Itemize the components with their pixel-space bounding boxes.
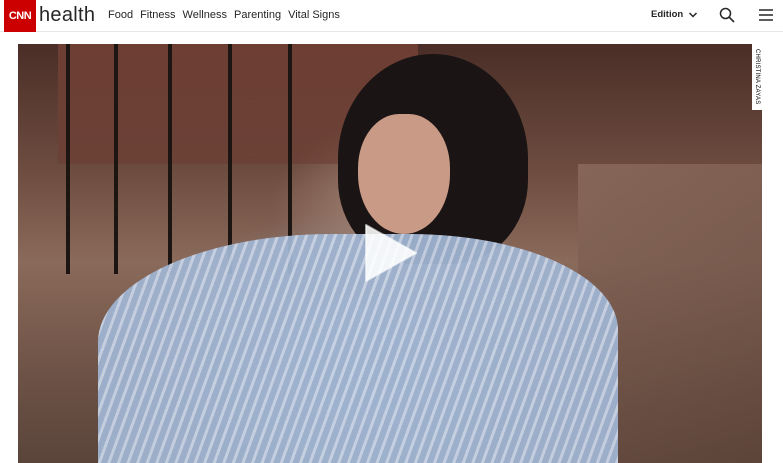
cnn-logo[interactable]: CNN [4,0,36,32]
nav-item-fitness[interactable]: Fitness [140,9,175,21]
chevron-down-icon [689,11,698,18]
nav-item-vital-signs[interactable]: Vital Signs [288,9,340,21]
site-header: CNN health Food Fitness Wellness Parenti… [0,0,783,32]
edition-selector[interactable]: Edition [651,9,698,20]
photo-credit: CHRISTINA ZAYAS [752,44,762,110]
edition-label: Edition [651,9,684,20]
railing-bar [66,44,70,274]
health-section-logo[interactable]: health [39,4,95,27]
nav-item-food[interactable]: Food [108,9,133,21]
section-nav: Food Fitness Wellness Parenting Vital Si… [108,9,340,21]
subject-face [358,114,450,234]
play-icon[interactable] [358,221,422,285]
railing-bar [228,44,232,274]
search-icon[interactable] [719,7,735,23]
railing-bar [114,44,118,274]
railing-bar [168,44,172,274]
hamburger-menu-icon[interactable] [758,8,774,22]
nav-item-parenting[interactable]: Parenting [234,9,281,21]
nav-item-wellness[interactable]: Wellness [183,9,227,21]
